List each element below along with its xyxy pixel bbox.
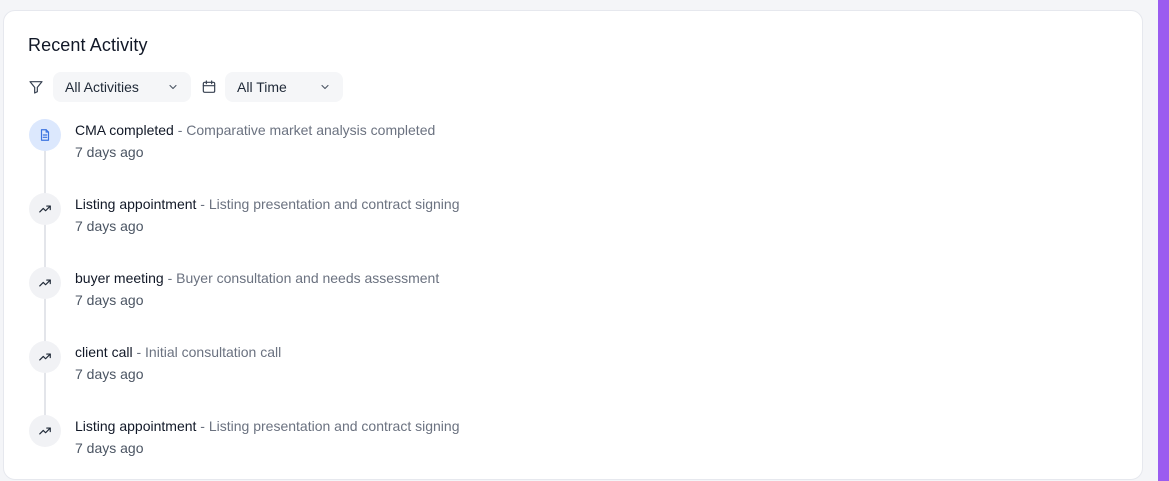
trending-up-icon	[29, 415, 61, 447]
activity-name: client call	[75, 344, 133, 360]
activity-separator: -	[196, 196, 209, 212]
activity-separator: -	[163, 270, 177, 286]
activity-time: 7 days ago	[75, 144, 144, 160]
activity-item[interactable]: Listing appointment - Listing presentati…	[28, 193, 928, 253]
activity-description: Listing presentation and contract signin…	[208, 418, 460, 434]
activity-item[interactable]: client call - Initial consultation call …	[28, 341, 928, 401]
filter-icon	[28, 79, 44, 95]
time-range-value: All Time	[237, 79, 287, 95]
activity-time: 7 days ago	[75, 292, 144, 308]
recent-activity-card: Recent Activity All Activities All Time	[3, 10, 1143, 480]
activity-item[interactable]: Listing appointment - Listing presentati…	[28, 415, 928, 475]
activity-time: 7 days ago	[75, 366, 144, 382]
time-range-select[interactable]: All Time	[225, 72, 343, 102]
activity-item[interactable]: buyer meeting - Buyer consultation and n…	[28, 267, 928, 327]
activity-text: CMA completed - Comparative market analy…	[75, 122, 435, 138]
activity-time: 7 days ago	[75, 440, 144, 456]
activity-name: Listing appointment	[75, 418, 197, 434]
activity-name: CMA completed	[75, 122, 174, 138]
activity-separator: -	[173, 122, 187, 138]
page: Recent Activity All Activities All Time	[0, 0, 1169, 481]
activity-type-value: All Activities	[65, 79, 139, 95]
activity-item[interactable]: CMA completed - Comparative market analy…	[28, 119, 928, 179]
section-title: Recent Activity	[28, 35, 148, 55]
trending-up-icon	[29, 267, 61, 299]
trending-up-icon	[29, 341, 61, 373]
activity-description: Listing presentation and contract signin…	[208, 196, 460, 212]
activity-separator: -	[132, 344, 146, 360]
activity-text: client call - Initial consultation call	[75, 344, 281, 360]
calendar-icon	[201, 79, 217, 95]
activity-name: buyer meeting	[75, 270, 164, 286]
activity-text: Listing appointment - Listing presentati…	[75, 418, 459, 434]
trending-up-icon	[29, 193, 61, 225]
accent-edge-bar	[1158, 0, 1169, 481]
chevron-down-icon	[167, 81, 179, 93]
activity-text: Listing appointment - Listing presentati…	[75, 196, 459, 212]
activity-description: Comparative market analysis completed	[186, 122, 436, 138]
document-icon	[29, 119, 61, 151]
activity-name: Listing appointment	[75, 196, 197, 212]
activity-time: 7 days ago	[75, 218, 144, 234]
chevron-down-icon	[319, 81, 331, 93]
activity-separator: -	[196, 418, 209, 434]
activity-text: buyer meeting - Buyer consultation and n…	[75, 270, 439, 286]
activity-description: Initial consultation call	[145, 344, 282, 360]
activity-description: Buyer consultation and needs assessment	[176, 270, 440, 286]
activity-type-select[interactable]: All Activities	[53, 72, 191, 102]
filter-bar: All Activities All Time	[28, 72, 343, 102]
